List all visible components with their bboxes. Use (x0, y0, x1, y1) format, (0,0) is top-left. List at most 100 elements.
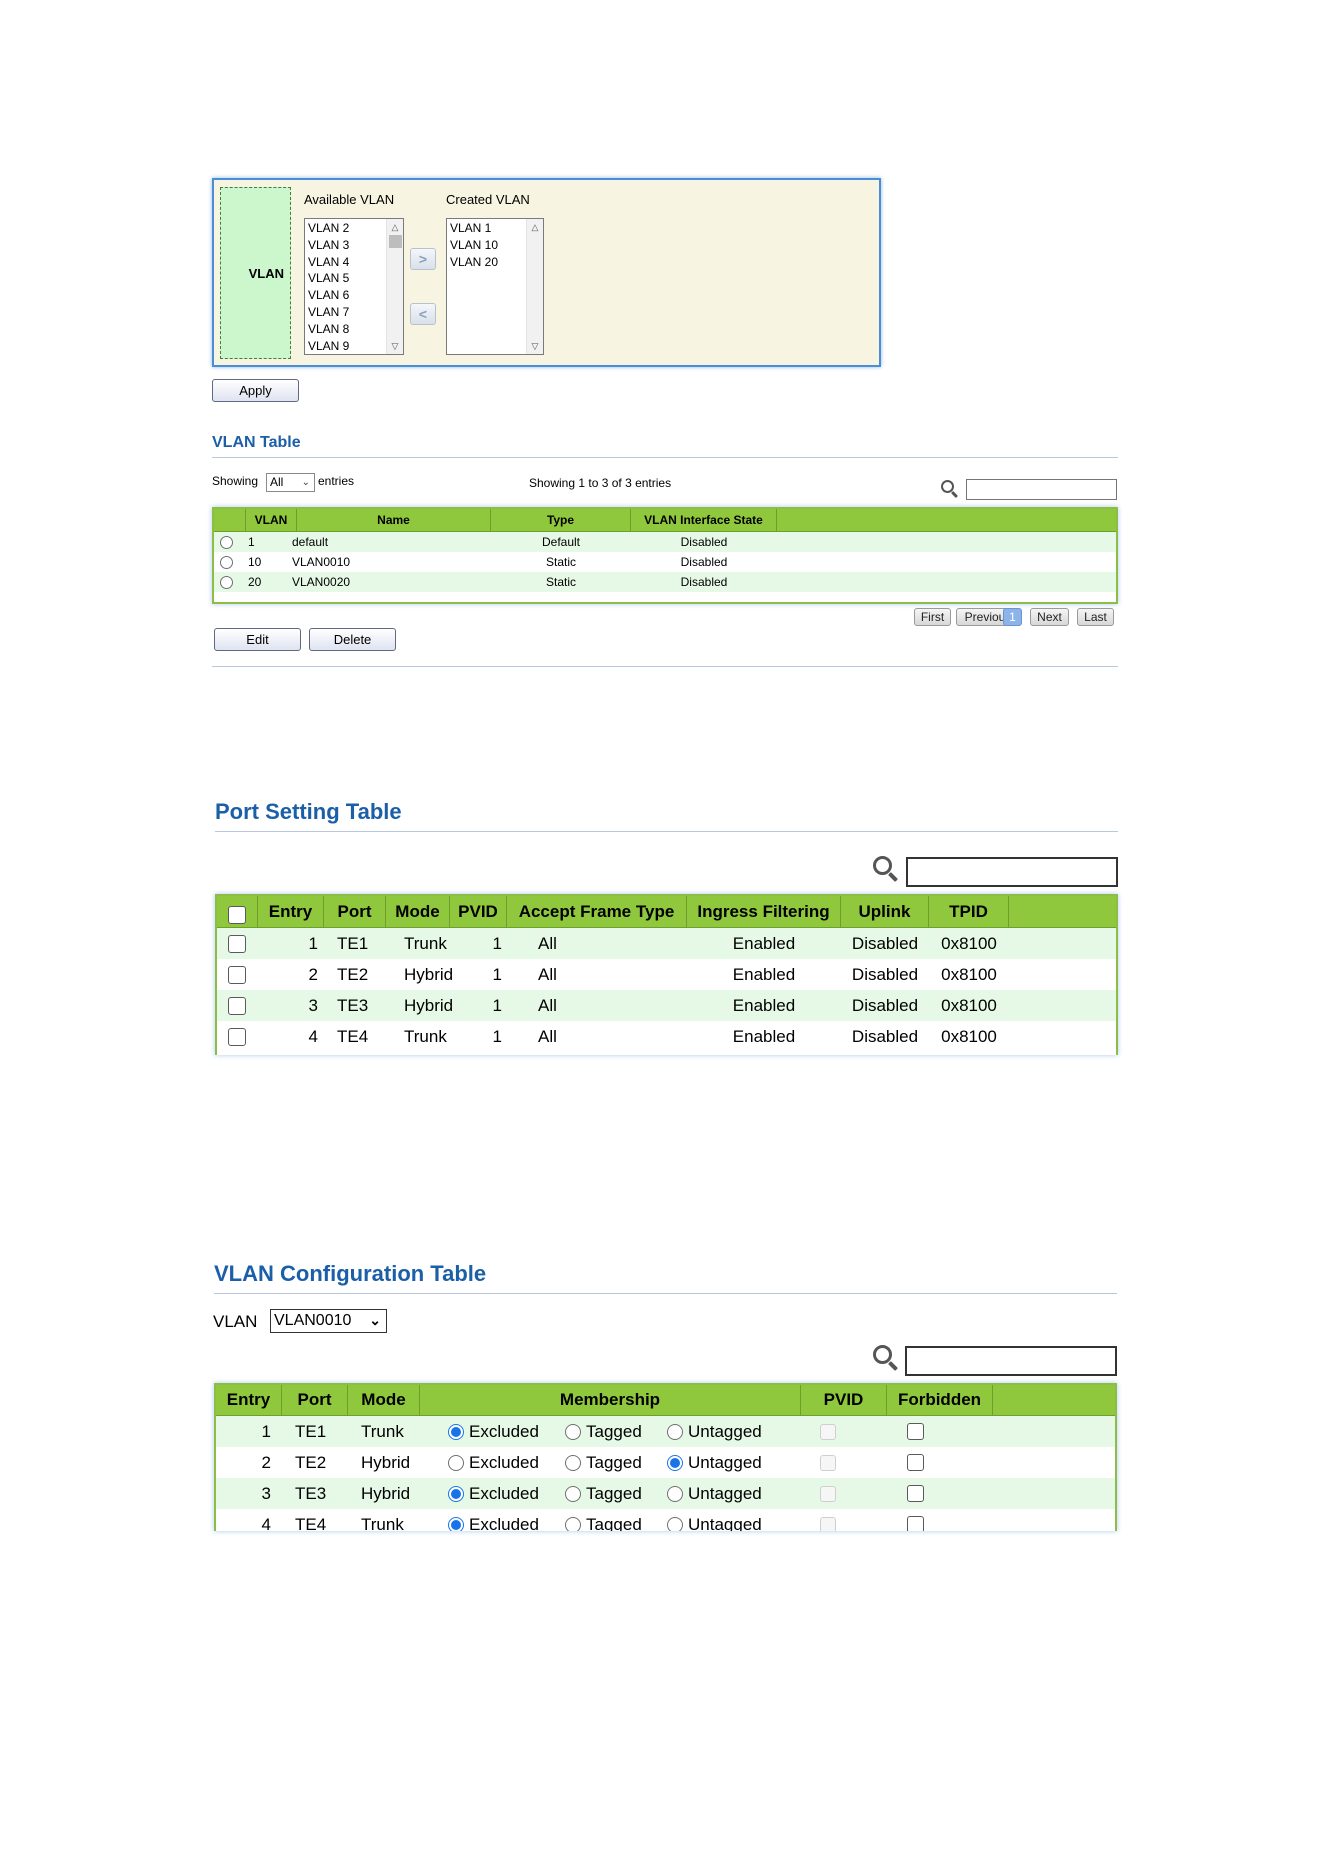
membership-label: Excluded (469, 1421, 539, 1441)
row-checkbox[interactable] (228, 996, 246, 1015)
available-vlan-list[interactable]: VLAN 2 VLAN 3 VLAN 4 VLAN 5 VLAN 6 VLAN 7 VLAN… (304, 218, 404, 355)
current-page-button[interactable]: 1 (1003, 608, 1022, 626)
table-row[interactable]: 1 default Default Disabled (214, 532, 1116, 552)
column-header-forbidden: Forbidden (887, 1385, 993, 1415)
vlan-type-cell: Static (545, 555, 576, 569)
section-divider (212, 457, 1118, 458)
pvid-cell (820, 1447, 836, 1478)
membership-radio-tagged[interactable] (565, 1485, 581, 1502)
delete-button[interactable]: Delete (309, 628, 396, 651)
table-row[interactable]: 4 TE4 Trunk 1 All Enabled Disabled 0x8100 (217, 1021, 1116, 1052)
tpid-cell: 0x8100 (941, 933, 997, 953)
scroll-down-icon[interactable]: ▽ (527, 339, 543, 353)
membership-radio-untagged[interactable] (667, 1485, 683, 1502)
membership-option-untagged[interactable]: Untagged (667, 1447, 762, 1478)
row-select-radio[interactable] (220, 555, 233, 569)
membership-option-excluded[interactable]: Excluded (448, 1478, 539, 1509)
created-vlan-scrollbar[interactable]: △ ▽ (526, 219, 543, 354)
forbidden-checkbox[interactable] (907, 1454, 924, 1471)
membership-option-excluded[interactable]: Excluded (448, 1416, 539, 1447)
table-row[interactable]: 2 TE2 Hybrid Excluded Tagged Untagged (216, 1447, 1115, 1478)
scroll-up-icon[interactable]: △ (387, 220, 403, 234)
vlan-table-search-input[interactable] (966, 479, 1117, 500)
forbidden-cell (907, 1447, 924, 1478)
vlan-table-header: VLAN Name Type VLAN Interface State (214, 509, 1116, 532)
ingress-filtering-cell: Enabled (732, 995, 796, 1015)
mode-cell: Trunk (361, 1514, 404, 1532)
row-select-radio[interactable] (220, 535, 233, 549)
available-vlan-scrollbar[interactable]: △ ▽ (386, 219, 403, 354)
membership-option-tagged[interactable]: Tagged (565, 1416, 642, 1447)
row-select-radio[interactable] (220, 575, 233, 589)
membership-option-excluded[interactable]: Excluded (448, 1509, 539, 1531)
table-row[interactable]: 20 VLAN0020 Static Disabled (214, 572, 1116, 592)
remove-vlan-button[interactable]: < (410, 303, 436, 325)
membership-radio-excluded[interactable] (448, 1454, 464, 1471)
pvid-checkbox (820, 1454, 836, 1471)
mode-cell: Hybrid (404, 995, 454, 1015)
table-row[interactable]: 1 TE1 Trunk 1 All Enabled Disabled 0x8100 (217, 928, 1116, 959)
last-page-button[interactable]: Last (1077, 608, 1114, 626)
membership-option-untagged[interactable]: Untagged (667, 1509, 762, 1531)
first-page-button[interactable]: First (914, 608, 951, 626)
membership-radio-excluded[interactable] (448, 1516, 464, 1531)
select-all-checkbox[interactable] (228, 905, 246, 924)
vlan-table-title: VLAN Table (212, 434, 301, 451)
membership-radio-tagged[interactable] (565, 1423, 581, 1440)
vlan-config-search-input[interactable] (905, 1346, 1117, 1376)
forbidden-checkbox[interactable] (907, 1423, 924, 1440)
scroll-up-icon[interactable]: △ (527, 220, 543, 234)
tpid-cell: 0x8100 (941, 964, 997, 984)
available-vlan-caption: Available VLAN (304, 192, 395, 207)
membership-option-tagged[interactable]: Tagged (565, 1447, 642, 1478)
created-vlan-list[interactable]: VLAN 1 VLAN 10 VLAN 20 △ ▽ (446, 218, 544, 355)
forbidden-checkbox[interactable] (907, 1485, 924, 1502)
row-checkbox[interactable] (228, 1027, 246, 1046)
table-row[interactable]: 3 TE3 Hybrid 1 All Enabled Disabled 0x8100 (217, 990, 1116, 1021)
table-row[interactable]: 10 VLAN0010 Static Disabled (214, 552, 1116, 572)
page-size-select[interactable]: All ⌄ (266, 473, 315, 492)
forbidden-checkbox[interactable] (907, 1516, 924, 1531)
apply-button[interactable]: Apply (212, 379, 299, 402)
column-header-entry: Entry (258, 896, 324, 927)
column-header-pvid: PVID (801, 1385, 887, 1415)
vlan-select-value: VLAN0010 (274, 1312, 352, 1329)
next-page-button[interactable]: Next (1030, 608, 1069, 626)
table-row[interactable]: 2 TE2 Hybrid 1 All Enabled Disabled 0x8100 (217, 959, 1116, 990)
entry-cell: 2 (308, 964, 318, 984)
membership-radio-tagged[interactable] (565, 1454, 581, 1471)
mode-cell: Hybrid (361, 1483, 411, 1503)
forbidden-cell (907, 1416, 924, 1447)
membership-option-untagged[interactable]: Untagged (667, 1416, 762, 1447)
vlan-id-cell: 20 (248, 575, 262, 589)
row-checkbox[interactable] (228, 934, 246, 953)
membership-radio-untagged[interactable] (667, 1516, 683, 1531)
membership-option-excluded[interactable]: Excluded (448, 1447, 539, 1478)
edit-button[interactable]: Edit (214, 628, 301, 651)
port-setting-search-input[interactable] (906, 857, 1118, 887)
scroll-thumb[interactable] (389, 235, 402, 248)
pvid-cell: 1 (492, 995, 502, 1015)
table-row[interactable]: 1 TE1 Trunk Excluded Tagged Untagged (216, 1416, 1115, 1447)
membership-radio-untagged[interactable] (667, 1454, 683, 1471)
membership-radio-untagged[interactable] (667, 1423, 683, 1440)
membership-option-tagged[interactable]: Tagged (565, 1509, 642, 1531)
port-setting-title: Port Setting Table (215, 799, 402, 824)
vlan-select[interactable]: VLAN0010 ⌄ (270, 1309, 387, 1333)
scroll-down-icon[interactable]: ▽ (387, 339, 403, 353)
membership-option-tagged[interactable]: Tagged (565, 1478, 642, 1509)
port-cell: TE4 (295, 1514, 327, 1532)
membership-label: Tagged (586, 1452, 642, 1472)
membership-radio-excluded[interactable] (448, 1485, 464, 1502)
add-vlan-button[interactable]: > (410, 248, 436, 270)
membership-radio-tagged[interactable] (565, 1516, 581, 1531)
vlan-select-label: VLAN (213, 1312, 258, 1331)
row-checkbox[interactable] (228, 965, 246, 984)
entry-cell: 3 (308, 995, 318, 1015)
membership-option-untagged[interactable]: Untagged (667, 1478, 762, 1509)
uplink-cell: Disabled (851, 995, 919, 1015)
table-row[interactable]: 4 TE4 Trunk Excluded Tagged Untagged (216, 1509, 1115, 1531)
membership-radio-excluded[interactable] (448, 1423, 464, 1440)
table-row[interactable]: 3 TE3 Hybrid Excluded Tagged Untagged (216, 1478, 1115, 1509)
mode-cell: Hybrid (404, 964, 454, 984)
